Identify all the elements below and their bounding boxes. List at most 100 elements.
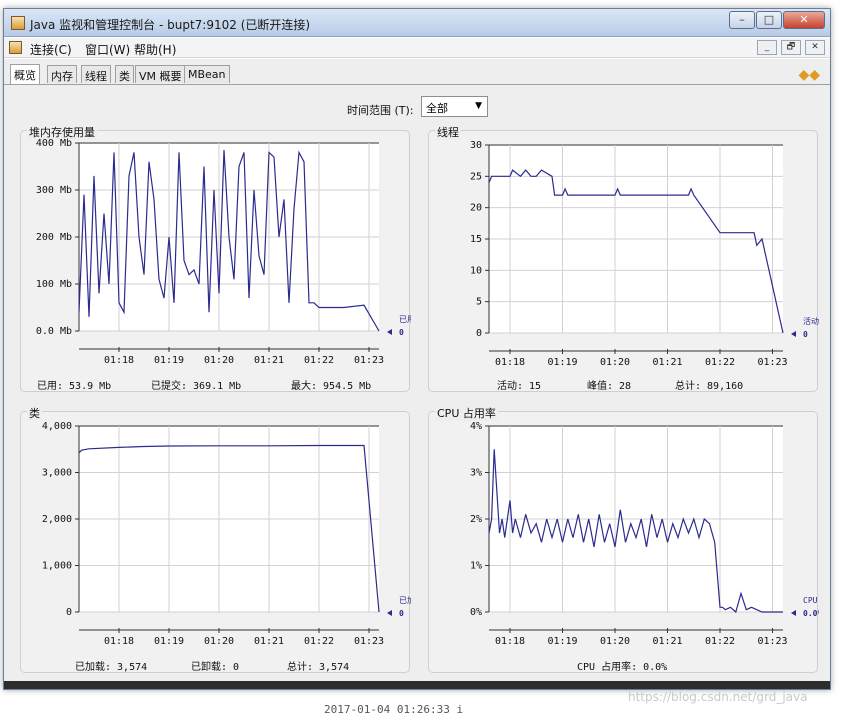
y-tick-label: 0% [470,607,482,618]
legend-value: 0 [803,330,808,339]
x-tick-label: 01:23 [757,636,787,647]
x-tick-label: 01:18 [104,636,134,647]
classes-total-stat: 总计: 3,574 [287,662,350,673]
tab-overview[interactable]: 概览 [10,64,40,84]
menu-connection[interactable]: 连接(C) [30,41,72,58]
legend-marker [791,331,796,337]
cpu-usage-stat: CPU 占用率: 0.0% [577,662,668,673]
y-tick-label: 5 [476,297,482,308]
y-tick-label: 30 [470,140,482,151]
menu-window[interactable]: 窗口(W) [85,41,130,58]
y-tick-label: 200 Mb [36,232,72,243]
x-tick-label: 01:19 [547,636,577,647]
tab-classes[interactable]: 类 [115,65,134,83]
x-tick-label: 01:21 [254,355,284,366]
legend-value: 0 [399,609,404,618]
legend-value: 0.0% [803,609,819,618]
classes-unloaded-stat: 已卸载: 0 [191,662,240,673]
y-tick-label: 15 [470,234,482,245]
x-tick-label: 01:20 [600,357,630,368]
legend-label: 已加载 [399,595,411,605]
x-tick-label: 01:22 [304,636,334,647]
y-tick-label: 400 Mb [36,138,72,149]
x-tick-label: 01:18 [495,636,525,647]
close-button[interactable]: ✕ [783,11,825,29]
heap-panel: 堆内存使用量 01:18 01:19 01:20 01:21 01:22 01:23 0.0… [20,124,411,392]
tab-mbean[interactable]: MBean [184,65,230,83]
x-tick-label: 01:22 [304,355,334,366]
x-tick-label: 01:19 [547,357,577,368]
y-tick-label: 100 Mb [36,279,72,290]
x-tick-label: 01:20 [600,636,630,647]
threads-peak-stat: 峰值: 28 [587,381,632,392]
y-tick-label: 0.0 Mb [36,326,72,337]
y-tick-label: 1,000 [42,561,72,572]
heap-used-stat: 已用: 53.9 Mb [37,381,112,392]
y-tick-label: 0 [66,607,72,618]
y-tick-label: 20 [470,203,482,214]
tab-vm-summary[interactable]: VM 概要 [135,65,186,83]
classes-panel: 类 01:18 01:19 01:20 01:21 01:22 01:23 0 1,000 2,… [20,405,411,673]
y-tick-label: 1% [470,561,482,572]
minimize-button[interactable]: – [729,11,755,29]
window-title: Java 监视和管理控制台 - bupt7:9102 (已断开连接) [30,18,311,32]
heap-chart: 01:18 01:19 01:20 01:21 01:22 01:23 0.0 Mb 100 … [36,138,411,366]
x-tick-label: 01:19 [154,355,184,366]
time-range-label: 时间范围 (T): [347,104,414,117]
time-range-select[interactable]: 全部 ▼ [421,96,488,117]
threads-total-stat: 总计: 89,160 [675,381,744,392]
cpu-panel: CPU 占用率 01:18 01:19 01:20 01:21 01:22 01:23 0%… [428,405,819,673]
disconnected-icon[interactable]: ◆◆ [798,67,820,83]
menu-help[interactable]: 帮助(H) [134,41,176,58]
y-tick-label: 10 [470,265,482,276]
y-tick-label: 2% [470,514,482,525]
tab-memory[interactable]: 内存 [47,65,77,83]
menu-bar: 连接(C) 窗口(W) 帮助(H) _ 🗗 ✕ [4,38,830,58]
x-tick-label: 01:23 [757,357,787,368]
legend-marker [791,610,796,616]
tab-threads[interactable]: 线程 [81,65,111,83]
y-tick-label: 300 Mb [36,185,72,196]
y-tick-label: 4% [470,421,482,432]
y-tick-label: 2,000 [42,514,72,525]
threads-live-stat: 活动: 15 [497,381,542,392]
y-tick-label: 3,000 [42,468,72,479]
y-tick-label: 25 [470,171,482,182]
watermark-text: https://blog.csdn.net/grd_java [628,690,808,704]
x-tick-label: 01:22 [705,636,735,647]
legend-label: CPU 占用率 [803,595,819,605]
overview-content: 时间范围 (T): 全部 ▼ 堆内存使用量 01:18 01:19 01:20 01:… [4,84,830,689]
legend-value: 0 [399,328,404,337]
y-tick-label: 0 [476,328,482,339]
x-tick-label: 01:21 [652,636,682,647]
mdi-minimize-button[interactable]: _ [757,40,777,55]
x-tick-label: 01:20 [204,636,234,647]
y-tick-label: 4,000 [42,421,72,432]
mdi-close-button[interactable]: ✕ [805,40,825,55]
x-tick-label: 01:18 [495,357,525,368]
mdi-restore-button[interactable]: 🗗 [781,40,801,55]
threads-chart: 01:18 01:19 01:20 01:21 01:22 01:23 0 5 10 15 20 25… [470,140,819,368]
maximize-button[interactable]: □ [756,11,782,29]
heap-max-stat: 最大: 954.5 Mb [291,381,372,392]
x-tick-label: 01:19 [154,636,184,647]
y-tick-label: 3% [470,468,482,479]
classes-loaded-stat: 已加载: 3,574 [75,662,148,673]
cpu-chart: 01:18 01:19 01:20 01:21 01:22 01:23 0% 1% 2% 3% 4%… [470,421,819,647]
legend-label: 活动线程 [803,316,819,326]
heap-committed-stat: 已提交: 369.1 Mb [151,381,242,392]
x-tick-label: 01:22 [705,357,735,368]
x-tick-label: 01:21 [652,357,682,368]
x-tick-label: 01:20 [204,355,234,366]
classes-chart: 01:18 01:19 01:20 01:21 01:22 01:23 0 1,000 2,00… [42,421,411,647]
caption-text: 2017-01-04 01:26:33 i [324,703,464,716]
title-bar[interactable]: Java 监视和管理控制台 - bupt7:9102 (已断开连接) – □ ✕ [4,9,830,37]
threads-panel: 线程 01:18 01:19 01:20 01:21 01:22 01:23 0 5 10 15 2… [428,124,819,392]
java-app-icon [11,16,25,30]
x-tick-label: 01:23 [354,355,384,366]
chevron-down-icon: ▼ [475,101,482,111]
jconsole-window: Java 监视和管理控制台 - bupt7:9102 (已断开连接) – □ ✕… [3,8,831,690]
legend-marker [387,610,392,616]
tab-bar: 概览 内存 线程 类 VM 概要 MBean ◆◆ [4,59,830,85]
document-icon[interactable] [9,41,22,54]
